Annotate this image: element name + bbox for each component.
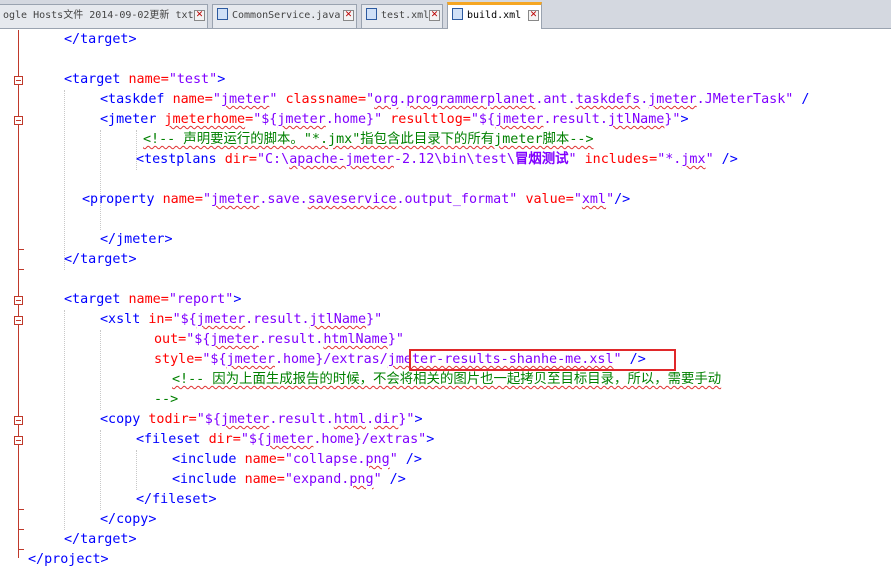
code-line: <fileset dir="${jmeter.home}/extras"> [136, 432, 435, 447]
code-comment: --> [154, 392, 179, 407]
close-icon[interactable]: ✕ [343, 10, 354, 21]
tab-hosts-file[interactable]: ogle Hosts文件 2014-09-02更新 txt ✕ [0, 4, 208, 28]
close-icon[interactable]: ✕ [429, 10, 440, 21]
tab-build-xml[interactable]: build.xml ✕ [447, 2, 542, 29]
tab-label: build.xml [467, 10, 522, 21]
fold-toggle-icon[interactable] [14, 416, 23, 425]
fold-toggle-icon[interactable] [14, 76, 23, 85]
fold-end-marker [18, 249, 24, 250]
close-icon[interactable]: ✕ [528, 10, 539, 21]
code-comment: <!-- 因为上面生成报告的时候，不会将相关的图片也一起拷贝至目标目录，所以，需… [172, 372, 722, 387]
code-line: </target> [64, 252, 137, 267]
indent-guide [100, 330, 101, 410]
code-line: </fileset> [136, 492, 217, 507]
file-icon [366, 8, 377, 20]
file-icon [452, 8, 463, 20]
fold-toggle-icon[interactable] [14, 316, 23, 325]
fold-toggle-icon[interactable] [14, 296, 23, 305]
code-line: <testplans dir="C:\apache-jmeter-2.12\bi… [136, 152, 738, 167]
code-line: <jmeter jmeterhome="${jmeter.home}" resu… [100, 112, 689, 127]
code-line: </target> [64, 32, 137, 47]
code-line: <include name="collapse.png" /> [172, 452, 422, 467]
indent-guide [64, 90, 65, 270]
fold-toggle-icon[interactable] [14, 116, 23, 125]
code-line: <property name="jmeter.save.saveservice.… [82, 192, 631, 207]
tab-label: CommonService.java [232, 10, 341, 21]
indent-guide [136, 450, 137, 490]
code-line: out="${jmeter.result.htmlName}" [154, 332, 404, 347]
code-line: </project> [28, 552, 109, 567]
file-icon [217, 8, 228, 20]
code-line: <taskdef name="jmeter" classname="org.pr… [100, 92, 810, 107]
code-line: </copy> [100, 512, 157, 527]
fold-end-marker [18, 549, 24, 550]
code-line: <target name="test"> [64, 72, 226, 87]
tab-label: test.xml [381, 10, 430, 21]
indent-guide [100, 130, 101, 230]
code-comment: <!-- 声明要运行的脚本。"*.jmx"指包含此目录下的所有jmeter脚本-… [143, 132, 594, 147]
code-line: <copy todir="${jmeter.result.html.dir}"> [100, 412, 423, 427]
code-line: </jmeter> [100, 232, 173, 247]
fold-end-marker [18, 269, 24, 270]
fold-end-marker [18, 509, 24, 510]
code-line: <target name="report"> [64, 292, 242, 307]
indent-guide [64, 310, 65, 530]
close-icon[interactable]: ✕ [194, 10, 205, 21]
tab-bar: ogle Hosts文件 2014-09-02更新 txt ✕ CommonSe… [0, 0, 891, 29]
code-line: </target> [64, 532, 137, 547]
tab-commonservice[interactable]: CommonService.java ✕ [212, 4, 357, 28]
code-line: <xslt in="${jmeter.result.jtlName}" [100, 312, 383, 327]
code-line: <include name="expand.png" /> [172, 472, 406, 487]
fold-end-marker [18, 529, 24, 530]
fold-line [18, 30, 19, 558]
tab-label: ogle Hosts文件 2014-09-02更新 txt [3, 10, 194, 21]
highlight-box [409, 349, 676, 371]
tab-test-xml[interactable]: test.xml ✕ [361, 4, 443, 28]
fold-toggle-icon[interactable] [14, 436, 23, 445]
indent-guide [100, 430, 101, 510]
